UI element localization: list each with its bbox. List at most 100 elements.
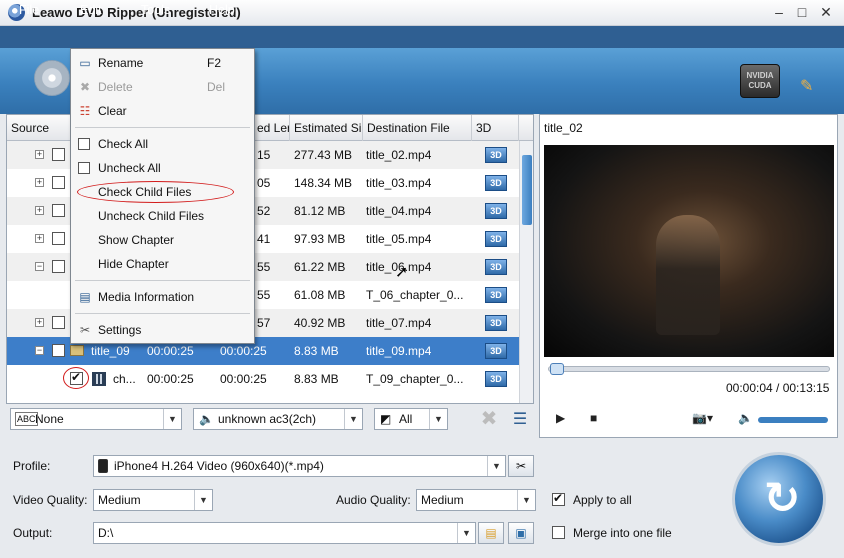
menu-uncheck-child-files[interactable]: Uncheck Child Files bbox=[71, 204, 254, 228]
3d-icon[interactable]: 3D bbox=[485, 231, 507, 247]
delete-icon: ✖ bbox=[79, 80, 91, 94]
menu-label: Media Information bbox=[98, 290, 195, 304]
seek-bar[interactable] bbox=[548, 363, 830, 375]
3d-icon[interactable]: 3D bbox=[485, 343, 507, 359]
menu-show-chapter[interactable]: Show Chapter bbox=[71, 228, 254, 252]
menu-hide-chapter[interactable]: Hide Chapter bbox=[71, 252, 254, 276]
3d-icon[interactable]: 3D bbox=[485, 203, 507, 219]
row-checkbox[interactable] bbox=[52, 176, 65, 189]
duration-cell: 57 bbox=[257, 316, 271, 330]
expand-icon[interactable]: + bbox=[35, 150, 44, 159]
menu-rename[interactable]: ▭ Rename F2 bbox=[71, 51, 254, 75]
profile-select[interactable]: iPhone4 H.264 Video (960x640)(*.mp4) ▼ bbox=[93, 455, 506, 477]
merge-checkbox[interactable] bbox=[552, 526, 565, 539]
chevron-down-icon[interactable]: ▼ bbox=[163, 409, 181, 429]
3d-icon[interactable]: 3D bbox=[485, 175, 507, 191]
3d-icon[interactable]: 3D bbox=[485, 147, 507, 163]
menu-file[interactable]: File bbox=[19, 3, 39, 19]
folder-icon bbox=[70, 345, 84, 356]
apply-all-checkbox[interactable] bbox=[552, 491, 565, 506]
row-checkbox[interactable] bbox=[52, 344, 65, 357]
menu-separator bbox=[75, 280, 250, 281]
duration-cell: 52 bbox=[257, 204, 271, 218]
col-estimated-size[interactable]: Estimated Si bbox=[290, 115, 363, 141]
wrench-icon: ✂ bbox=[79, 323, 91, 337]
convert-button[interactable]: ↻ bbox=[732, 452, 826, 546]
menu-delete[interactable]: ✖ Delete Del bbox=[71, 75, 254, 99]
volume-icon[interactable]: 🔈 bbox=[738, 411, 753, 425]
3d-icon[interactable]: 3D bbox=[485, 315, 507, 331]
size-cell: 61.08 MB bbox=[294, 288, 346, 302]
load-disc-icon[interactable] bbox=[34, 60, 70, 96]
cuda-icon[interactable]: NVIDIA CUDA bbox=[740, 64, 780, 98]
play-icon[interactable]: ▶ bbox=[556, 411, 565, 425]
scrollbar-thumb[interactable] bbox=[522, 155, 532, 225]
clear-list-icon[interactable]: ☰ bbox=[510, 410, 530, 430]
edit-menu-dropdown: ▭ Rename F2 ✖ Delete Del ☷ Clear Check A… bbox=[70, 48, 255, 344]
collapse-icon[interactable]: − bbox=[35, 262, 44, 271]
brush-icon[interactable]: ✎ bbox=[800, 76, 820, 96]
video-quality-select[interactable]: Medium ▼ bbox=[93, 489, 213, 511]
3d-icon[interactable]: 3D bbox=[485, 371, 507, 387]
menu-edit[interactable]: Edit bbox=[80, 3, 102, 19]
row-checkbox[interactable] bbox=[52, 260, 65, 273]
mouse-cursor-icon: ➚ bbox=[395, 264, 409, 281]
audio-quality-select[interactable]: Medium ▼ bbox=[416, 489, 536, 511]
chevron-down-icon[interactable]: ▼ bbox=[457, 523, 475, 543]
output-path-field[interactable]: D:\ ▼ bbox=[93, 522, 476, 544]
dest-cell: title_03.mp4 bbox=[366, 176, 432, 190]
menu-shortcut: F2 bbox=[207, 56, 222, 70]
open-folder-icon[interactable]: ▣ bbox=[508, 522, 534, 544]
menu-media-information[interactable]: ▤ Media Information bbox=[71, 285, 254, 309]
expand-icon[interactable]: + bbox=[35, 234, 44, 243]
chevron-down-icon[interactable]: ▼ bbox=[487, 456, 505, 476]
col-3d[interactable]: 3D bbox=[472, 115, 519, 141]
menu-label: Delete bbox=[98, 80, 133, 94]
col-destination[interactable]: Destination File bbox=[363, 115, 472, 141]
col-length[interactable]: ed Ler bbox=[253, 115, 290, 141]
dest-cell: T_09_chapter_0... bbox=[366, 372, 464, 386]
audio-track-select[interactable]: 🔈 unknown ac3(2ch) ▼ bbox=[193, 408, 363, 430]
row-checkbox[interactable] bbox=[52, 316, 65, 329]
film-icon bbox=[92, 372, 106, 386]
menu-check-all[interactable]: Check All bbox=[71, 132, 254, 156]
minimize-button[interactable]: – bbox=[769, 3, 789, 21]
3d-icon[interactable]: 3D bbox=[485, 259, 507, 275]
chevron-down-icon[interactable]: ▼ bbox=[344, 409, 362, 429]
menu-help[interactable]: Help bbox=[209, 3, 235, 19]
angle-value: All bbox=[399, 412, 413, 426]
angle-select[interactable]: ◩ All ▼ bbox=[374, 408, 448, 430]
duration-cell: 55 bbox=[257, 260, 271, 274]
source-length-cell: 00:00:25 bbox=[147, 372, 194, 386]
expand-icon[interactable]: + bbox=[35, 318, 44, 327]
collapse-icon[interactable]: − bbox=[35, 346, 44, 355]
browse-folder-icon[interactable]: ▤ bbox=[478, 522, 504, 544]
3d-icon[interactable]: 3D bbox=[485, 287, 507, 303]
chevron-down-icon[interactable]: ▼ bbox=[429, 409, 447, 429]
row-checkbox[interactable] bbox=[52, 204, 65, 217]
camera-icon[interactable]: 📷▾ bbox=[692, 411, 713, 425]
expand-icon[interactable]: + bbox=[35, 178, 44, 187]
subtitle-select[interactable]: ABC None ▼ bbox=[10, 408, 182, 430]
maximize-button[interactable]: □ bbox=[792, 3, 812, 21]
list-scrollbar[interactable] bbox=[519, 141, 533, 403]
duration-cell: 00:00:25 bbox=[220, 372, 267, 386]
menu-uncheck-all[interactable]: Uncheck All bbox=[71, 156, 254, 180]
menu-tools[interactable]: Tools bbox=[141, 3, 170, 19]
menu-settings[interactable]: ✂ Settings bbox=[71, 318, 254, 342]
profile-settings-button[interactable]: ✂ bbox=[508, 455, 534, 477]
chevron-down-icon[interactable]: ▼ bbox=[517, 490, 535, 510]
row-checkbox[interactable] bbox=[52, 148, 65, 161]
stop-icon[interactable]: ■ bbox=[590, 411, 597, 425]
convert-arrow-icon: ↻ bbox=[763, 474, 801, 523]
table-row[interactable]: ch... 00:00:25 00:00:25 8.83 MB T_09_cha… bbox=[7, 365, 519, 393]
expand-icon[interactable]: + bbox=[35, 206, 44, 215]
volume-slider[interactable] bbox=[758, 417, 828, 423]
row-checkbox[interactable] bbox=[52, 232, 65, 245]
menu-clear[interactable]: ☷ Clear bbox=[71, 99, 254, 123]
menu-label: Clear bbox=[98, 104, 127, 118]
seek-thumb[interactable] bbox=[550, 363, 565, 375]
close-button[interactable]: ✕ bbox=[816, 3, 836, 21]
remove-icon[interactable]: ✖ bbox=[478, 408, 500, 430]
chevron-down-icon[interactable]: ▼ bbox=[194, 490, 212, 510]
